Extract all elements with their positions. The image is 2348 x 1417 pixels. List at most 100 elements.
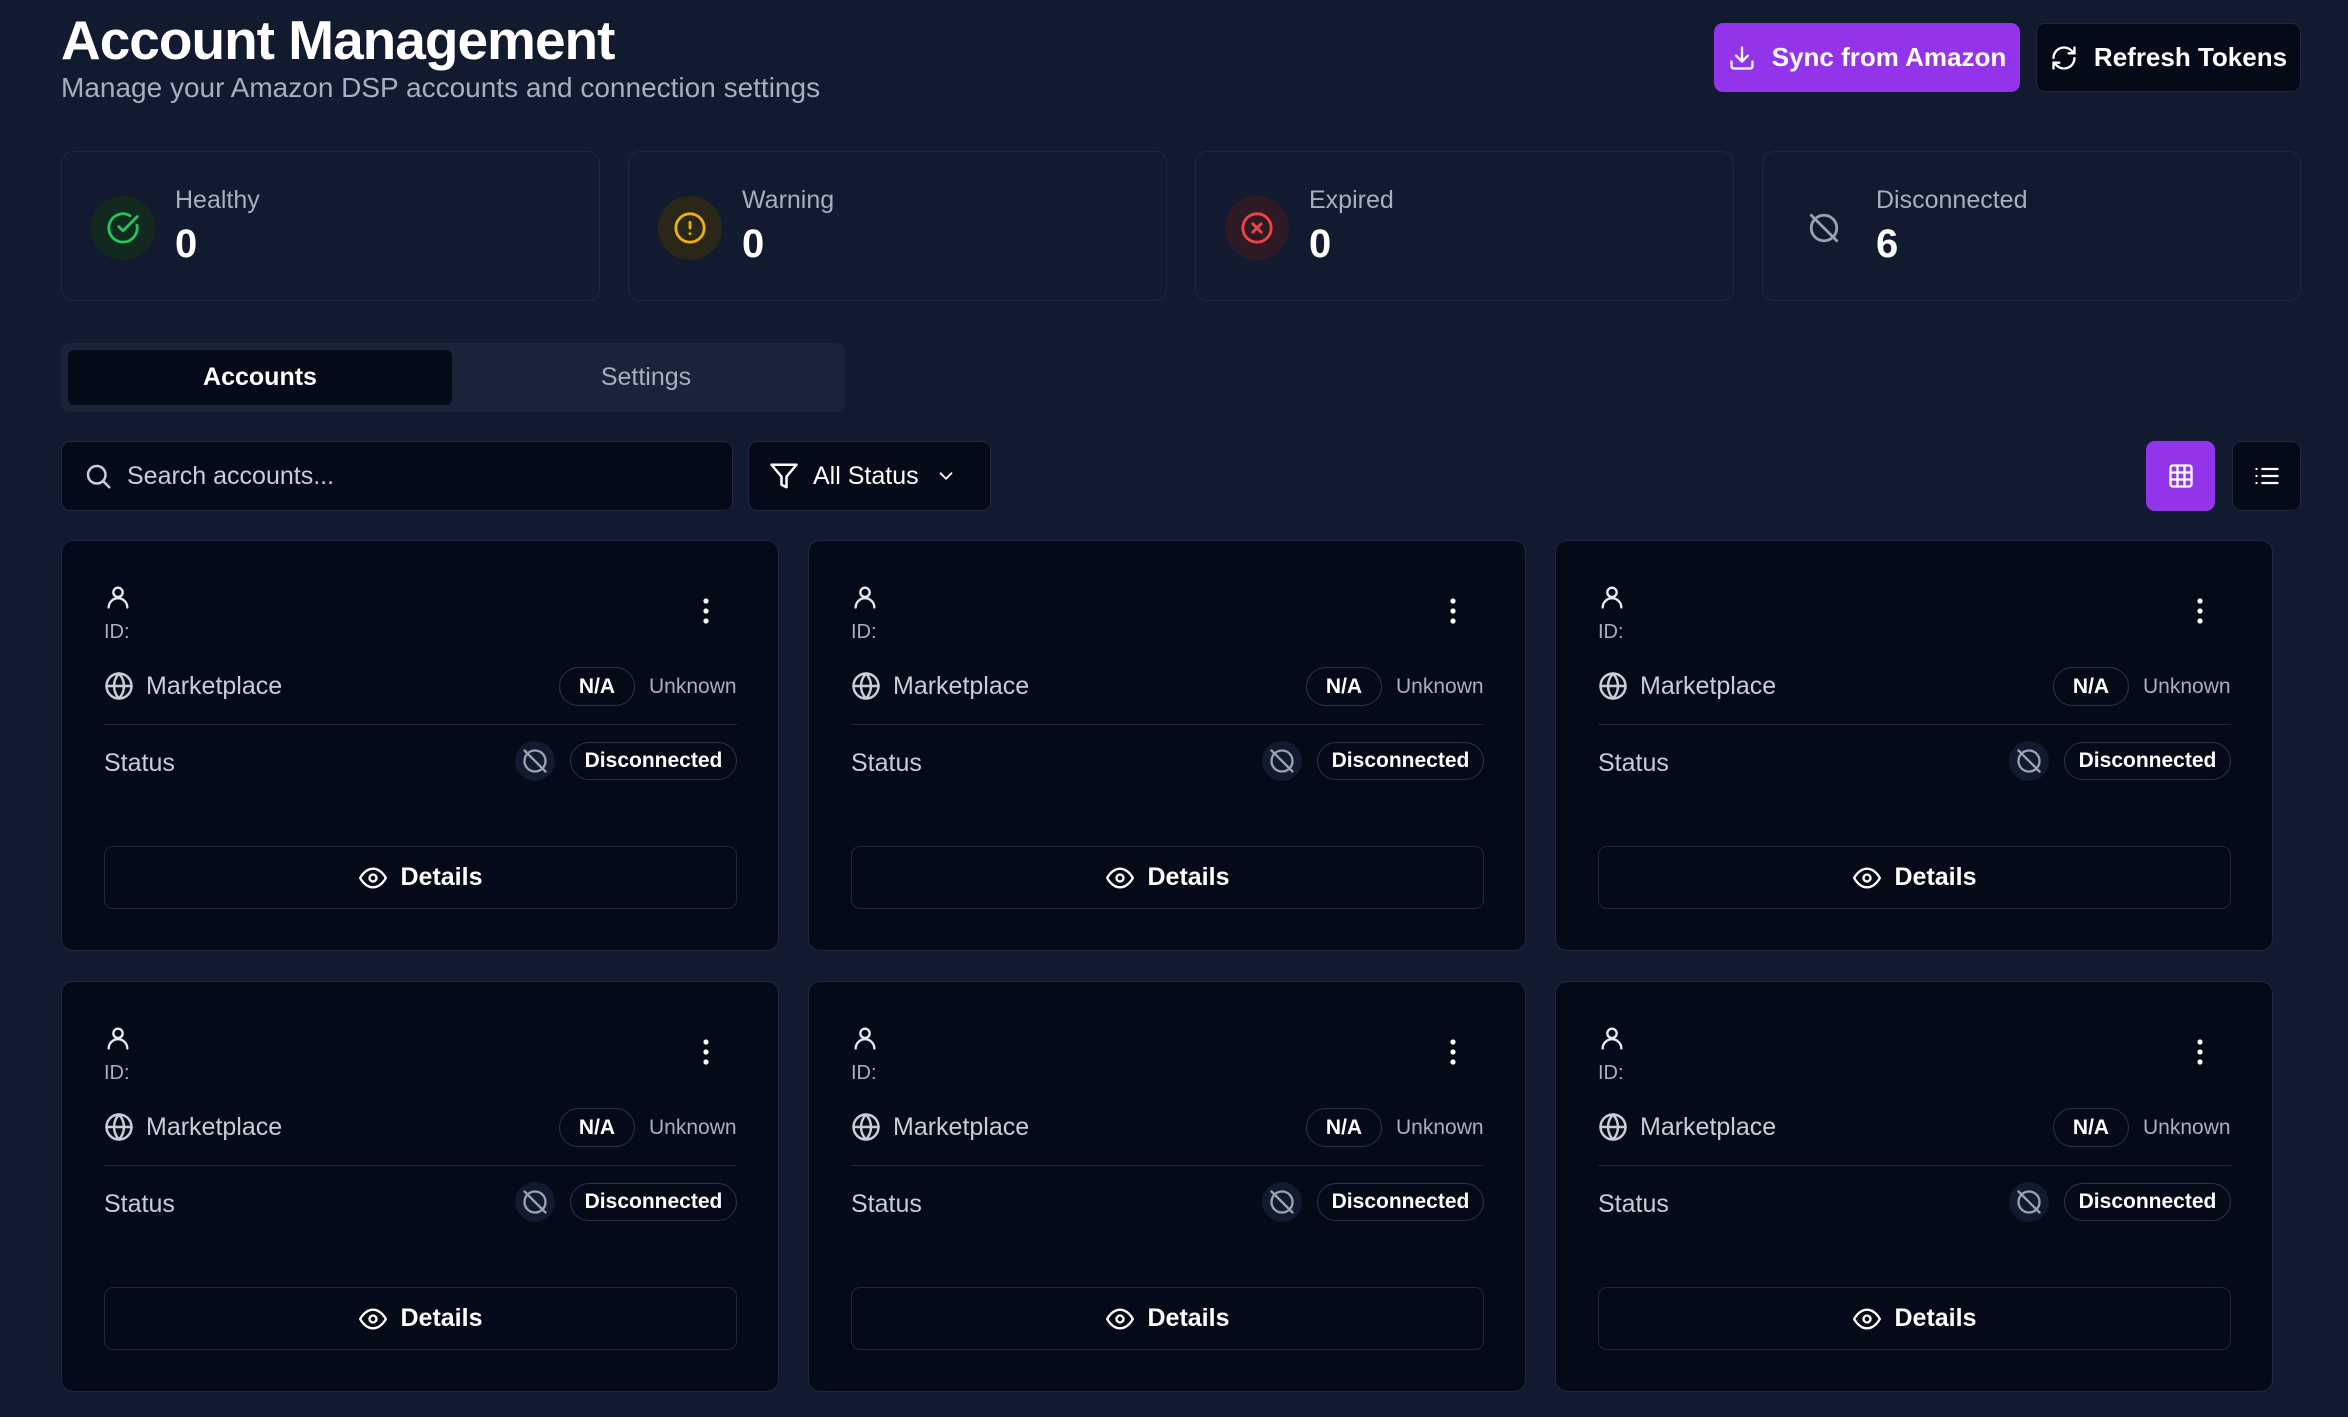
- status-filter-select[interactable]: All Status: [748, 441, 991, 511]
- marketplace-code-badge: N/A: [2053, 1108, 2129, 1147]
- eye-icon: [1105, 867, 1134, 888]
- account-id-label: ID:: [1598, 1062, 1624, 1084]
- marketplace-label: Marketplace: [146, 672, 283, 700]
- details-button-label: Details: [1147, 863, 1230, 891]
- disconnected-icon: [515, 741, 555, 781]
- marketplace-region: Unknown: [2143, 675, 2231, 698]
- status-label: Status: [1598, 1190, 1669, 1218]
- marketplace-code-badge: N/A: [1306, 1108, 1382, 1147]
- details-button[interactable]: Details: [104, 846, 737, 909]
- stat-label: Expired: [1309, 186, 1394, 214]
- refresh-tokens-button[interactable]: Refresh Tokens: [2036, 23, 2301, 92]
- status-filter-value: All Status: [813, 461, 919, 490]
- details-button[interactable]: Details: [104, 1287, 737, 1350]
- marketplace-code-badge: N/A: [559, 667, 635, 706]
- details-button[interactable]: Details: [1598, 1287, 2231, 1350]
- grid-icon: [2168, 464, 2193, 488]
- stat-card-healthy: Healthy 0: [61, 151, 600, 301]
- more-vertical-icon[interactable]: [696, 1036, 716, 1068]
- details-button[interactable]: Details: [1598, 846, 2231, 909]
- disconnected-icon: [1792, 196, 1856, 260]
- marketplace-region: Unknown: [2143, 1116, 2231, 1139]
- alert-circle-icon: [658, 196, 722, 260]
- search-input[interactable]: [127, 461, 687, 491]
- divider: [104, 724, 737, 725]
- status-label: Status: [1598, 749, 1669, 777]
- details-button[interactable]: Details: [851, 846, 1484, 909]
- divider: [1598, 1165, 2231, 1166]
- status-badge: Disconnected: [1317, 1183, 1484, 1221]
- more-vertical-icon[interactable]: [1443, 1036, 1463, 1068]
- status-badge: Disconnected: [2064, 742, 2231, 780]
- disconnected-icon: [1262, 741, 1302, 781]
- user-icon: [107, 1027, 129, 1050]
- eye-icon: [1852, 1308, 1881, 1329]
- tab-accounts[interactable]: Accounts: [68, 350, 452, 405]
- account-id-label: ID:: [1598, 621, 1624, 643]
- disconnected-icon: [2009, 1182, 2049, 1222]
- marketplace-label: Marketplace: [893, 672, 1030, 700]
- account-card: ID: Marketplace N/A Unknown Status Disco…: [808, 540, 1526, 951]
- details-button[interactable]: Details: [851, 1287, 1484, 1350]
- status-label: Status: [851, 1190, 922, 1218]
- more-vertical-icon[interactable]: [2190, 1036, 2210, 1068]
- marketplace-code-badge: N/A: [2053, 667, 2129, 706]
- disconnected-icon: [1262, 1182, 1302, 1222]
- globe-icon: [1599, 1113, 1627, 1141]
- account-card: ID: Marketplace N/A Unknown Status Disco…: [61, 540, 779, 951]
- marketplace-code-badge: N/A: [559, 1108, 635, 1147]
- tab-bar: Accounts Settings: [61, 343, 845, 412]
- more-vertical-icon[interactable]: [696, 595, 716, 627]
- globe-icon: [105, 672, 133, 700]
- account-id-label: ID:: [104, 1062, 130, 1084]
- divider: [1598, 724, 2231, 725]
- marketplace-region: Unknown: [1396, 1116, 1484, 1139]
- download-icon: [1730, 45, 1754, 70]
- account-card: ID: Marketplace N/A Unknown Status Disco…: [1555, 981, 2273, 1392]
- sync-from-amazon-button[interactable]: Sync from Amazon: [1714, 23, 2020, 92]
- user-icon: [1601, 1027, 1623, 1050]
- globe-icon: [852, 1113, 880, 1141]
- list-view-button[interactable]: [2232, 441, 2301, 511]
- marketplace-label: Marketplace: [1640, 1113, 1777, 1141]
- tab-settings[interactable]: Settings: [454, 350, 838, 405]
- stat-value: 0: [175, 222, 198, 266]
- globe-icon: [1599, 672, 1627, 700]
- status-badge: Disconnected: [570, 1183, 737, 1221]
- chevron-down-icon: [939, 472, 953, 480]
- user-icon: [1601, 586, 1623, 609]
- user-icon: [854, 1027, 876, 1050]
- account-card: ID: Marketplace N/A Unknown Status Disco…: [61, 981, 779, 1392]
- marketplace-code-badge: N/A: [1306, 667, 1382, 706]
- more-vertical-icon[interactable]: [2190, 595, 2210, 627]
- status-badge: Disconnected: [2064, 1183, 2231, 1221]
- search-box[interactable]: [61, 441, 733, 511]
- filter-icon: [770, 463, 798, 489]
- account-id-label: ID:: [851, 1062, 877, 1084]
- account-id-label: ID:: [851, 621, 877, 643]
- divider: [104, 1165, 737, 1166]
- status-label: Status: [851, 749, 922, 777]
- list-icon: [2254, 467, 2279, 485]
- marketplace-label: Marketplace: [1640, 672, 1777, 700]
- status-label: Status: [104, 749, 175, 777]
- status-badge: Disconnected: [1317, 742, 1484, 780]
- search-icon: [86, 464, 111, 489]
- more-vertical-icon[interactable]: [1443, 595, 1463, 627]
- marketplace-region: Unknown: [649, 1116, 737, 1139]
- disconnected-icon: [515, 1182, 555, 1222]
- stat-value: 0: [1309, 222, 1332, 266]
- stat-value: 0: [742, 222, 765, 266]
- stat-value: 6: [1876, 222, 1899, 266]
- user-icon: [107, 586, 129, 609]
- details-button-label: Details: [400, 863, 483, 891]
- stat-label: Healthy: [175, 186, 260, 214]
- account-card: ID: Marketplace N/A Unknown Status Disco…: [808, 981, 1526, 1392]
- divider: [851, 724, 1484, 725]
- details-button-label: Details: [1894, 1304, 1977, 1332]
- marketplace-label: Marketplace: [146, 1113, 283, 1141]
- eye-icon: [358, 1308, 387, 1329]
- grid-view-button[interactable]: [2146, 441, 2215, 511]
- account-id-label: ID:: [104, 621, 130, 643]
- sync-button-label: Sync from Amazon: [1771, 42, 2007, 72]
